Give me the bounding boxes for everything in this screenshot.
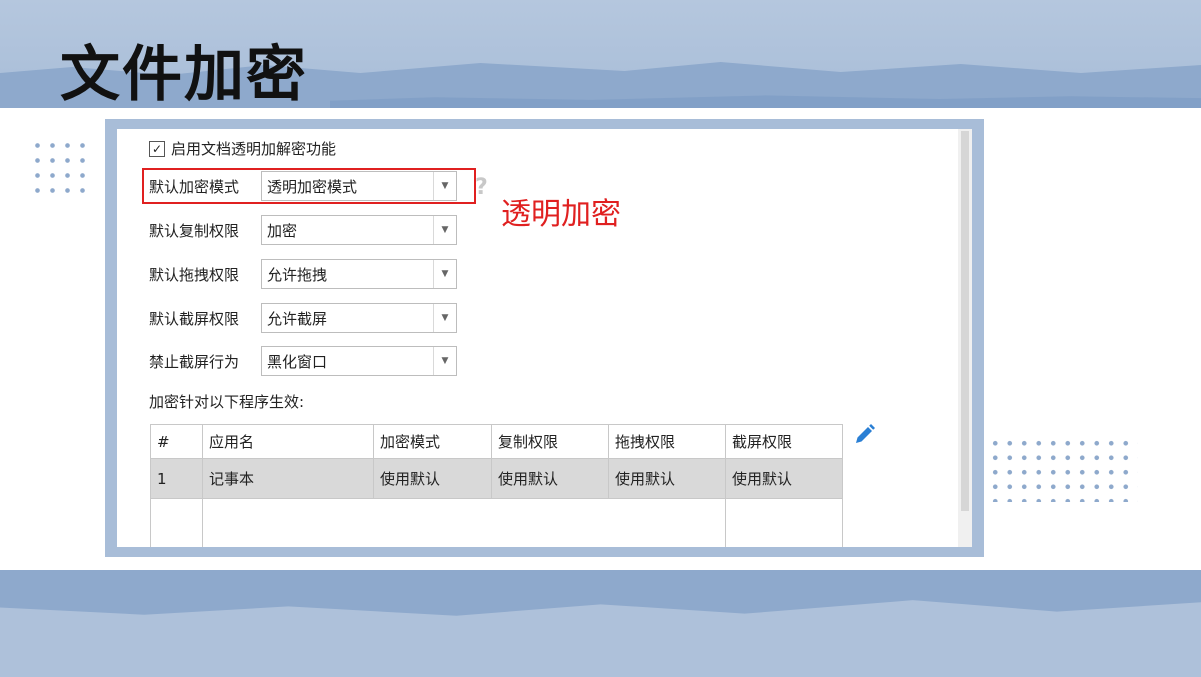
column-header[interactable]: 拖拽权限 [608, 424, 726, 459]
screenshot-permission-row: 默认截屏权限 允许截屏 ▼ [149, 303, 457, 333]
chevron-down-icon[interactable]: ▼ [433, 347, 456, 375]
dot-pattern-right [988, 436, 1138, 502]
column-header[interactable]: 截屏权限 [725, 424, 843, 459]
screenshot-frame: ✓ 启用文档透明加解密功能 默认加密模式 透明加密模式 ▼ ? 默认复制权限 加… [105, 119, 984, 557]
enable-encryption-option[interactable]: ✓ 启用文档透明加解密功能 [149, 138, 336, 159]
annotation-label: 透明加密 [501, 197, 621, 232]
chevron-down-icon[interactable]: ▼ [433, 216, 456, 244]
copy-permission-row: 默认复制权限 加密 ▼ [149, 215, 457, 245]
block-screenshot-select[interactable]: 黑化窗口 ▼ [261, 346, 457, 376]
apps-section-label: 加密针对以下程序生效: [149, 393, 305, 411]
enable-encryption-label: 启用文档透明加解密功能 [171, 140, 337, 158]
screenshot-permission-label: 默认截屏权限 [149, 309, 240, 328]
drag-permission-label: 默认拖拽权限 [149, 265, 240, 284]
highlight-box [142, 168, 476, 204]
drag-permission-row: 默认拖拽权限 允许拖拽 ▼ [149, 259, 457, 289]
block-screenshot-label: 禁止截屏行为 [149, 352, 240, 371]
column-header[interactable]: 应用名 [202, 424, 374, 459]
table-empty-cell [491, 498, 609, 547]
dot-pattern-left [30, 138, 88, 202]
table-empty-cell [725, 498, 843, 547]
column-header[interactable]: # [150, 424, 203, 459]
enable-encryption-checkbox[interactable]: ✓ [149, 140, 165, 157]
screenshot-permission-value: 允许截屏 [267, 309, 328, 328]
block-screenshot-row: 禁止截屏行为 黑化窗口 ▼ [149, 346, 457, 376]
table-row[interactable]: 1 记事本 使用默认 使用默认 使用默认 使用默认 [150, 458, 843, 499]
scrollbar-thumb[interactable] [961, 131, 969, 511]
table-cell: 记事本 [202, 458, 374, 499]
apps-table: # 应用名 加密模式 复制权限 拖拽权限 截屏权限 1 记事本 使用默认 使用默… [150, 424, 843, 547]
scrollbar[interactable] [958, 129, 972, 547]
table-empty-cell [202, 498, 374, 547]
settings-panel: ✓ 启用文档透明加解密功能 默认加密模式 透明加密模式 ▼ ? 默认复制权限 加… [117, 129, 972, 547]
pencil-icon[interactable] [853, 422, 877, 446]
table-cell: 使用默认 [725, 458, 843, 499]
copy-permission-label: 默认复制权限 [149, 221, 240, 240]
table-cell: 使用默认 [373, 458, 492, 499]
question-icon[interactable]: ? [475, 175, 488, 200]
page-title: 文件加密 [60, 40, 308, 110]
table-empty-cell [373, 498, 492, 547]
table-empty-area [150, 498, 843, 547]
chevron-down-icon[interactable]: ▼ [433, 260, 456, 288]
screenshot-permission-select[interactable]: 允许截屏 ▼ [261, 303, 457, 333]
block-screenshot-value: 黑化窗口 [267, 352, 328, 371]
table-cell: 1 [150, 458, 203, 499]
copy-permission-value: 加密 [267, 221, 298, 240]
chevron-down-icon[interactable]: ▼ [433, 304, 456, 332]
table-cell: 使用默认 [608, 458, 726, 499]
table-empty-cell [608, 498, 726, 547]
column-header[interactable]: 加密模式 [373, 424, 492, 459]
table-cell: 使用默认 [491, 458, 609, 499]
drag-permission-select[interactable]: 允许拖拽 ▼ [261, 259, 457, 289]
table-empty-cell [150, 498, 203, 547]
table-header-row: # 应用名 加密模式 复制权限 拖拽权限 截屏权限 [150, 424, 843, 459]
column-header[interactable]: 复制权限 [491, 424, 609, 459]
copy-permission-select[interactable]: 加密 ▼ [261, 215, 457, 245]
drag-permission-value: 允许拖拽 [267, 265, 328, 284]
